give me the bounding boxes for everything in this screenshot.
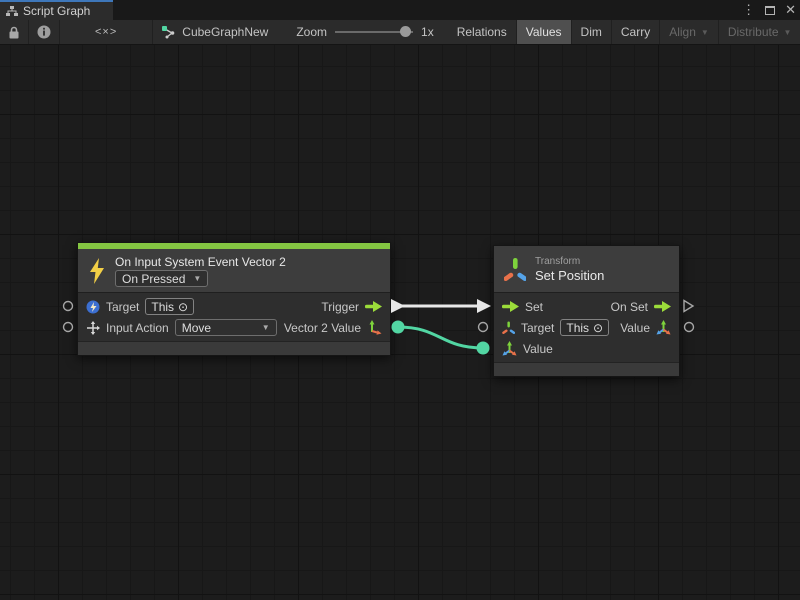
node-on-input-system-event-vector2[interactable]: On Input System Event Vector 2 On Presse… [77,242,391,356]
transform-row-value: Value [494,338,679,359]
this-value: This [566,321,589,335]
script-graph-window: Script Graph ⋮ ✕ <×> [0,0,800,600]
node-transform-set-position[interactable]: Transform Set Position Set On Set [493,245,680,377]
chevron-down-icon: ▼ [262,323,270,332]
chevron-down-icon: ▼ [784,28,792,37]
chevron-down-icon: ▼ [701,28,709,37]
event-mode-value: On Pressed [122,272,185,286]
toolbar-button-carry[interactable]: Carry [612,20,660,44]
event-node-title: On Input System Event Vector 2 [115,255,286,269]
port-label: Vector 2 Value [284,321,361,335]
window-menu-icon[interactable]: ⋮ [742,0,755,20]
graph-canvas[interactable]: On Input System Event Vector 2 On Presse… [0,45,800,600]
toolbar-button-distribute[interactable]: Distribute ▼ [719,20,800,44]
toolbar-button-align[interactable]: Align ▼ [660,20,719,44]
transform-node-category: Transform [535,256,604,267]
button-label: Values [526,25,562,39]
input-action-dropdown[interactable]: Move ▼ [175,319,277,336]
info-button[interactable] [29,20,60,44]
graph-icon [161,25,176,39]
port-label: Trigger [321,300,359,314]
button-label: Carry [621,25,650,39]
port-label: On Set [611,300,648,314]
event-node-body: Target This ⊙ Trigger [78,293,390,341]
vector3-icon [656,320,671,335]
tab-title: Script Graph [23,4,90,18]
flow-arrow-icon [365,301,382,312]
this-value: This [151,300,174,314]
vector3-icon [502,341,517,356]
port-label: Input Action [106,321,169,335]
graph-toolbar: <×> CubeGraphNew Zoom 1x Relations Value… [0,20,800,45]
transform-row-target: Target This ⊙ Value [494,317,679,338]
button-label: Distribute [728,25,779,39]
flow-arrow-icon [654,301,671,312]
toolbar-button-relations[interactable]: Relations [448,20,517,44]
code-preview-button[interactable]: <×> [60,20,153,44]
port-circle[interactable] [685,323,694,332]
port-circle[interactable] [479,323,488,332]
event-node-header[interactable]: On Input System Event Vector 2 On Presse… [78,249,390,293]
port-circle[interactable] [64,302,73,311]
lock-icon [8,26,20,39]
event-target-this-button[interactable]: This ⊙ [145,298,194,315]
transform-node-header[interactable]: Transform Set Position [494,246,679,293]
transform-node-body: Set On Set Target [494,293,679,362]
zoom-slider-handle[interactable] [400,26,411,37]
graph-name: CubeGraphNew [182,25,268,39]
toolbar-button-values[interactable]: Values [517,20,572,44]
maximize-icon[interactable] [765,6,775,15]
transform-row-set: Set On Set [494,296,679,317]
transform-mini-icon [502,321,515,334]
close-icon[interactable]: ✕ [785,0,796,20]
zoom-label: Zoom [296,25,327,39]
button-label: Align [669,25,696,39]
event-node-footer [78,341,390,355]
chevron-down-icon: ▼ [193,274,201,283]
zoom-control: Zoom 1x [288,20,441,44]
input-action-icon [86,321,100,335]
lock-button[interactable] [0,20,29,44]
event-row-target: Target This ⊙ Trigger [78,296,390,317]
tab-script-graph[interactable]: Script Graph [0,0,113,20]
event-mode-dropdown[interactable]: On Pressed ▼ [115,270,208,287]
wire-endpoint[interactable] [392,321,405,334]
button-label: Dim [581,25,602,39]
event-row-input-action: Input Action Move ▼ Vector 2 Value [78,317,390,338]
button-label: Relations [457,25,507,39]
port-label: Target [106,300,139,314]
target-dot-icon: ⊙ [178,300,188,314]
flow-arrow-icon [502,301,519,312]
input-action-value: Move [182,321,211,335]
wire-endpoint[interactable] [477,342,490,355]
tab-bar: Script Graph ⋮ ✕ [0,0,800,20]
port-triangle[interactable] [684,301,693,312]
port-label: Target [521,321,554,335]
info-icon [37,25,51,39]
lightning-bolt-icon [88,258,106,284]
transform-node-footer [494,362,679,376]
window-controls: ⋮ ✕ [742,0,796,20]
port-circle[interactable] [64,323,73,332]
transform-node-title: Set Position [535,268,604,283]
value-wire[interactable] [398,327,483,348]
transform-icon [504,257,526,281]
wire-arrowhead [477,299,491,313]
target-dot-icon: ⊙ [593,321,603,335]
vector2-icon [367,320,382,335]
code-preview-label: <×> [69,26,143,38]
zoom-slider[interactable] [335,31,413,33]
port-label: Value [523,342,553,356]
zoom-value: 1x [421,25,434,39]
port-label: Value [620,321,650,335]
graph-hierarchy-icon [6,6,18,17]
port-label: Set [525,300,543,314]
wire-arrowhead [391,299,405,313]
event-target-icon [86,300,100,314]
toolbar-button-dim[interactable]: Dim [572,20,612,44]
graph-breadcrumb[interactable]: CubeGraphNew [153,20,276,44]
transform-target-this-button[interactable]: This ⊙ [560,319,609,336]
